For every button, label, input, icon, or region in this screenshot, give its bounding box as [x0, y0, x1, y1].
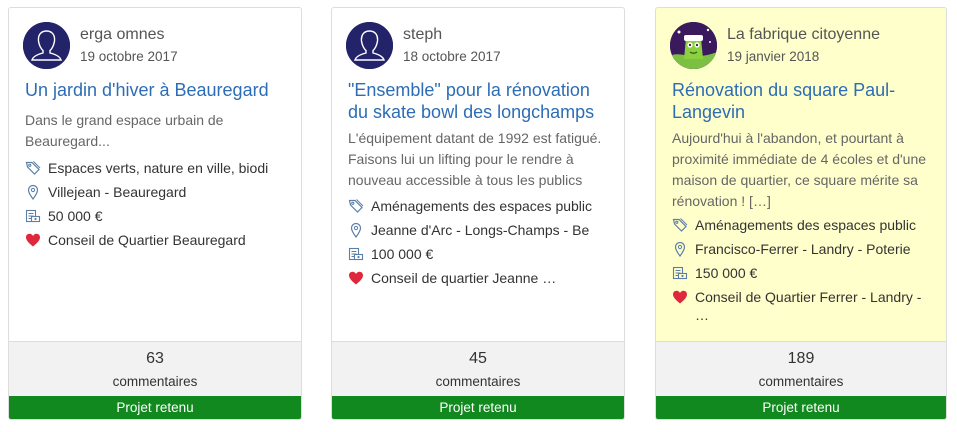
project-meta: Aménagements des espaces public Francisc…: [672, 214, 938, 324]
supporter-row: Conseil de quartier Jeanne …: [348, 267, 616, 291]
theme-row: Aménagements des espaces public: [672, 214, 938, 238]
location-label: Villejean - Beauregard: [48, 184, 187, 200]
map-pin-icon: [672, 241, 688, 257]
status-badge: Projet retenu: [656, 396, 946, 419]
project-description: Aujourd'hui à l'abandon, et pourtant à p…: [672, 130, 927, 209]
comments-label: commentaires: [758, 374, 844, 389]
card-header: La fabrique citoyenne 19 janvier 2018: [670, 22, 936, 70]
budget-row: 50 000 €: [25, 205, 293, 229]
budget-row: 150 000 €: [672, 262, 938, 286]
budget-row: 100 000 €: [348, 243, 616, 267]
budget-label: 50 000 €: [48, 208, 103, 224]
heart-icon: [672, 289, 688, 305]
banknote-icon: [25, 208, 41, 224]
publication-date: 18 octobre 2017: [403, 49, 501, 64]
author-name[interactable]: La fabrique citoyenne: [727, 26, 880, 44]
comments-footer[interactable]: 45 commentaires: [332, 341, 624, 396]
tag-icon: [672, 217, 688, 233]
comments-label: commentaires: [112, 374, 198, 389]
map-pin-icon: [25, 184, 41, 200]
location-row: Jeanne d'Arc - Longs-Champs - Be: [348, 219, 616, 243]
comments-count: 63: [146, 350, 164, 367]
project-card[interactable]: erga omnes 19 octobre 2017 Un jardin d'h…: [8, 7, 302, 420]
status-badge: Projet retenu: [332, 396, 624, 419]
banknote-icon: [348, 246, 364, 262]
publication-date: 19 octobre 2017: [80, 49, 178, 64]
comments-count: 45: [469, 350, 487, 367]
supporter-label: Conseil de Quartier Beauregard: [48, 232, 246, 248]
location-label: Jeanne d'Arc - Longs-Champs - Be: [371, 222, 590, 238]
supporter-label: Conseil de quartier Jeanne …: [371, 270, 557, 286]
project-description: L'équipement datant de 1992 est fatigué.…: [348, 130, 602, 188]
fabrique-citoyenne-logo-icon: [670, 22, 717, 69]
status-badge: Projet retenu: [9, 396, 301, 419]
avatar[interactable]: [670, 22, 717, 69]
avatar[interactable]: [23, 22, 70, 69]
tag-icon: [348, 198, 364, 214]
user-avatar-icon: [346, 22, 393, 69]
location-label: Francisco-Ferrer - Landry - Poterie: [695, 241, 911, 257]
theme-label: Aménagements des espaces public: [695, 217, 917, 233]
comments-count: 189: [787, 350, 815, 367]
comments-footer[interactable]: 63 commentaires: [9, 341, 301, 396]
author-name[interactable]: erga omnes: [80, 26, 165, 44]
comments-footer[interactable]: 189 commentaires: [656, 341, 946, 396]
card-header: steph 18 octobre 2017: [346, 22, 614, 70]
project-meta: Espaces verts, nature en ville, biodi Vi…: [25, 157, 293, 253]
comments-label: commentaires: [435, 374, 521, 389]
map-pin-icon: [348, 222, 364, 238]
theme-row: Espaces verts, nature en ville, biodi: [25, 157, 293, 181]
supporter-row: Conseil de Quartier Ferrer - Landry - …: [672, 286, 938, 324]
tag-icon: [25, 160, 41, 176]
supporter-label: Conseil de Quartier Ferrer - Landry - …: [695, 289, 922, 323]
theme-row: Aménagements des espaces public: [348, 195, 616, 219]
budget-label: 150 000 €: [695, 265, 758, 281]
location-row: Villejean - Beauregard: [25, 181, 293, 205]
project-card[interactable]: steph 18 octobre 2017 "Ensemble" pour la…: [331, 7, 625, 420]
budget-label: 100 000 €: [371, 246, 434, 262]
publication-date: 19 janvier 2018: [727, 49, 820, 64]
supporter-row: Conseil de Quartier Beauregard: [25, 229, 293, 253]
avatar[interactable]: [346, 22, 393, 69]
project-title-link[interactable]: "Ensemble" pour la rénovation du skate b…: [348, 79, 614, 123]
project-title-link[interactable]: Rénovation du square Paul-Langevin: [672, 79, 936, 123]
theme-label: Aménagements des espaces public: [371, 198, 593, 214]
project-card[interactable]: La fabrique citoyenne 19 janvier 2018 Ré…: [655, 7, 947, 420]
project-description: Dans le grand espace urbain de Beauregar…: [25, 112, 224, 149]
card-header: erga omnes 19 octobre 2017: [23, 22, 291, 70]
user-avatar-icon: [23, 22, 70, 69]
heart-icon: [25, 232, 41, 248]
location-row: Francisco-Ferrer - Landry - Poterie: [672, 238, 938, 262]
project-title-link[interactable]: Un jardin d'hiver à Beauregard: [25, 79, 291, 101]
author-name[interactable]: steph: [403, 26, 442, 44]
heart-icon: [348, 270, 364, 286]
theme-label: Espaces verts, nature en ville, biodi: [48, 160, 269, 176]
project-meta: Aménagements des espaces public Jeanne d…: [348, 195, 616, 291]
banknote-icon: [672, 265, 688, 281]
